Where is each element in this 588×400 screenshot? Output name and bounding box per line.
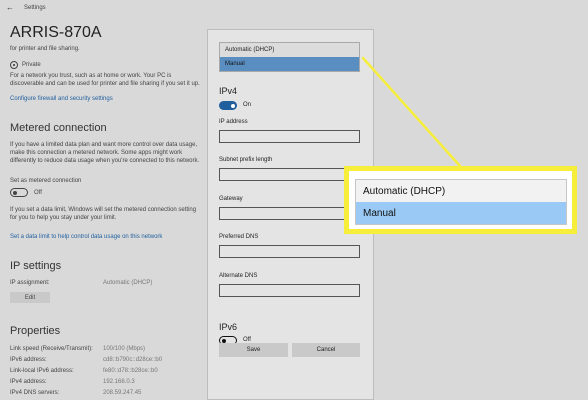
subnet-prefix-length-input[interactable]	[219, 168, 360, 181]
ip-address-input[interactable]	[219, 130, 360, 143]
property-key: IPv4 DNS servers:	[10, 390, 60, 396]
property-key: IPv4 address:	[10, 379, 47, 385]
metered-description-line-3: differently to reduce data usage when yo…	[10, 158, 200, 164]
ip-settings-heading: IP settings	[10, 260, 62, 272]
property-row: Link speed (Receive/Transmit): 100/100 (…	[10, 346, 240, 352]
save-button[interactable]: Save	[219, 343, 288, 357]
ip-assignment-label: IP assignment:	[10, 280, 50, 286]
preferred-dns-label: Preferred DNS	[219, 234, 259, 240]
zoomed-ip-mode-dropdown[interactable]: Automatic (DHCP) Manual	[355, 179, 567, 225]
alternate-dns-input[interactable]	[219, 284, 360, 297]
firewall-settings-link[interactable]: Configure firewall and security settings	[10, 95, 113, 104]
edit-ip-button[interactable]: Edit	[10, 292, 50, 303]
title-bar: ← Settings	[0, 0, 588, 15]
page-title: ARRIS-870A	[10, 24, 102, 41]
ipv4-toggle[interactable]	[219, 101, 237, 110]
zoomed-option-automatic[interactable]: Automatic (DHCP)	[356, 180, 566, 202]
zoom-callout: Automatic (DHCP) Manual	[344, 166, 577, 234]
window-title: Settings	[24, 4, 46, 11]
subnet-prefix-length-label: Subnet prefix length	[219, 157, 273, 163]
ipv6-heading: IPv6	[219, 322, 238, 332]
dropdown-option-manual[interactable]: Manual	[220, 57, 359, 71]
metered-toggle-state: Off	[34, 190, 42, 196]
gateway-label: Gateway	[219, 196, 243, 202]
zoomed-option-manual[interactable]: Manual	[356, 202, 566, 224]
property-value: 100/100 (Mbps)	[103, 346, 146, 352]
properties-heading: Properties	[10, 325, 61, 337]
ip-mode-dropdown[interactable]: Automatic (DHCP) Manual	[219, 42, 360, 72]
ip-assignment-value: Automatic (DHCP)	[103, 280, 153, 286]
property-value: 192.168.0.3	[103, 379, 135, 385]
property-key: Link-local IPv6 address:	[10, 368, 74, 374]
alternate-dns-label: Alternate DNS	[219, 273, 258, 279]
property-row: IPv4 DNS servers: 208.59.247.45	[10, 390, 240, 396]
data-limit-description-line-2: for you to help you stay under your limi…	[10, 215, 117, 221]
gateway-input[interactable]	[219, 207, 360, 220]
dropdown-option-automatic[interactable]: Automatic (DHCP)	[220, 43, 359, 57]
preferred-dns-input[interactable]	[219, 245, 360, 258]
data-limit-link[interactable]: Set a data limit to help control data us…	[10, 233, 162, 242]
back-arrow-icon[interactable]: ←	[6, 3, 16, 12]
property-value: 208.59.247.45	[103, 390, 142, 396]
network-profile-intro: for printer and file sharing.	[10, 46, 80, 52]
property-key: Link speed (Receive/Transmit):	[10, 346, 93, 352]
ipv4-heading: IPv4	[219, 86, 238, 96]
ipv4-toggle-state: On	[243, 102, 252, 108]
property-row: Link-local IPv6 address: fe80::d78::b28c…	[10, 368, 240, 374]
property-value: fe80::d78::b28ce::b0	[103, 368, 158, 374]
metered-connection-toggle[interactable]	[10, 188, 28, 197]
property-row: IPv6 address: cd8::b790c::d28ce::b0	[10, 357, 240, 363]
private-radio-label: Private	[22, 62, 41, 68]
private-description-line-2: discoverable and can be used for printer…	[10, 81, 200, 87]
private-radio[interactable]	[10, 61, 18, 69]
property-key: IPv6 address:	[10, 357, 47, 363]
cancel-button[interactable]: Cancel	[292, 343, 360, 357]
metered-connection-heading: Metered connection	[10, 122, 107, 134]
property-row: IPv4 address: 192.168.0.3	[10, 379, 240, 385]
property-value: cd8::b790c::d28ce::b0	[103, 357, 163, 363]
ip-address-label: IP address	[219, 119, 248, 125]
metered-toggle-label: Set as metered connection	[10, 178, 82, 184]
